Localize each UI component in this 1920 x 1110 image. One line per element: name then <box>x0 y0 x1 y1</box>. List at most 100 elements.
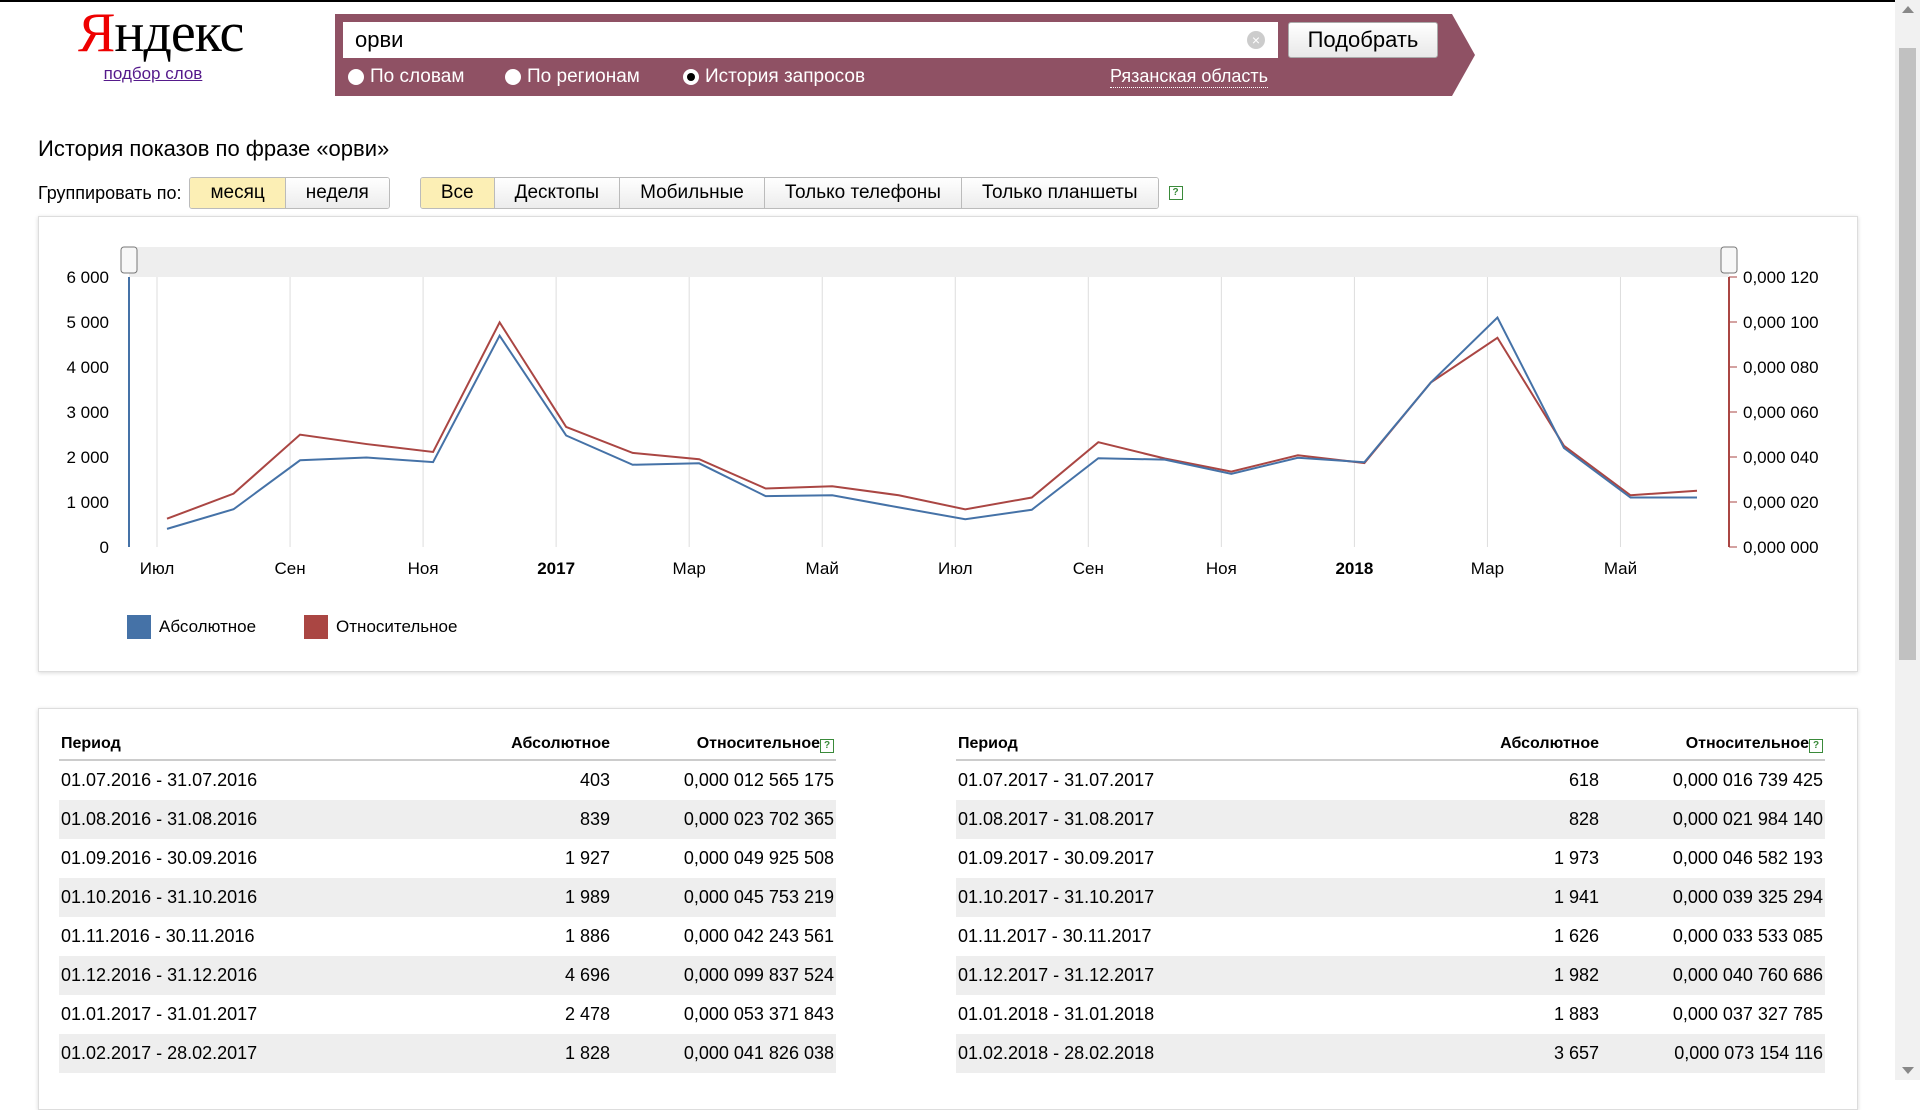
region-selector[interactable]: Рязанская область <box>1110 66 1269 88</box>
chart-panel: Июл Сен Ноя 2017 Мар Май Июл Сен Ноя 2018 Мар Май 0 0… <box>38 216 1858 672</box>
page-scrollbar[interactable] <box>1895 0 1920 1080</box>
table-row: 01.01.2017 - 31.01.2017 2 478 0,000 053 37… <box>59 995 836 1034</box>
x-tick-label: Июл <box>938 559 973 578</box>
absolute-cell: 839 <box>483 800 612 839</box>
x-tick-label: Ноя <box>1206 559 1237 578</box>
radio-by-words[interactable]: По словам <box>348 66 464 88</box>
history-table-right: Период Абсолютное Относительное? 01.07.2… <box>956 729 1825 1073</box>
y-left-tick-label: 6 000 <box>66 268 109 287</box>
relative-cell: 0,000 040 760 686 <box>1601 956 1825 995</box>
history-table-left: Период Абсолютное Относительное? 01.07.2… <box>59 729 836 1073</box>
radio-checked-icon[interactable] <box>683 69 699 85</box>
absolute-cell: 4 696 <box>483 956 612 995</box>
legend-label: Относительное <box>336 617 458 636</box>
absolute-cell: 1 973 <box>1553 848 1599 868</box>
y-right-tick-label: 0,000 040 <box>1743 448 1819 467</box>
y-left-tick-label: 0 <box>100 538 109 557</box>
period-cell: 01.10.2017 - 31.10.2017 <box>956 878 1480 917</box>
tab-phones[interactable]: Только телефоны <box>764 178 962 208</box>
relative-cell: 0,000 053 371 843 <box>683 1004 834 1024</box>
absolute-cell: 1 626 <box>1553 926 1599 946</box>
table-row: 01.08.2017 - 31.08.2017 828 0,000 021 984 … <box>956 800 1825 839</box>
relative-cell: 0,000 099 837 524 <box>612 956 836 995</box>
radio-label: История запросов <box>705 66 866 87</box>
period-cell: 01.07.2016 - 31.07.2016 <box>61 770 258 790</box>
period-cell: 01.01.2018 - 31.01.2018 <box>958 1004 1155 1024</box>
relative-cell: 0,000 042 243 561 <box>683 926 834 946</box>
radio-icon[interactable] <box>348 69 364 85</box>
x-tick-label: 2017 <box>537 559 575 578</box>
table-row: 01.12.2016 - 31.12.2016 4 696 0,000 099 83… <box>59 956 836 995</box>
relative-cell: 0,000 023 702 365 <box>612 800 836 839</box>
group-week-button[interactable]: неделя <box>285 178 389 208</box>
page-title: История показов по фразе «орви» <box>38 136 390 161</box>
y-right-tick-label: 0,000 060 <box>1743 403 1819 422</box>
y-right-tick-label: 0,000 080 <box>1743 358 1819 377</box>
table-row: 01.07.2016 - 31.07.2016 403 0,000 012 565 … <box>59 760 836 800</box>
tab-tablets[interactable]: Только планшеты <box>961 178 1158 208</box>
help-icon[interactable]: ? <box>1809 739 1823 753</box>
table-row: 01.08.2016 - 31.08.2016 839 0,000 023 702 … <box>59 800 836 839</box>
legend-swatch <box>304 615 329 639</box>
clear-icon[interactable]: × <box>1247 31 1265 49</box>
absolute-cell: 1 828 <box>483 1034 612 1073</box>
y-left-tick-label: 3 000 <box>66 403 109 422</box>
group-by-label: Группировать по: <box>38 182 182 203</box>
device-tabs: Все Десктопы Мобильные Только телефоны Т… <box>419 177 1159 209</box>
table-row: 01.09.2017 - 30.09.2017 1 973 0,000 046 58… <box>956 839 1825 878</box>
help-icon[interactable]: ? <box>1168 186 1183 200</box>
absolute-cell: 1 927 <box>564 848 610 868</box>
column-header-absolute: Абсолютное <box>483 729 612 761</box>
scroll-up-icon[interactable] <box>1902 6 1914 13</box>
y-left-tick-label: 5 000 <box>66 313 109 332</box>
period-cell: 01.11.2017 - 30.11.2017 <box>958 926 1152 946</box>
range-handle-left[interactable] <box>120 246 138 274</box>
top-border <box>0 0 1920 2</box>
scroll-down-icon[interactable] <box>1902 1067 1914 1074</box>
y-right-tick-label: 0,000 020 <box>1743 493 1819 512</box>
group-month-button[interactable]: месяц <box>190 178 286 208</box>
legend-label: Абсолютное <box>159 617 257 636</box>
table-row: 01.11.2017 - 30.11.2017 1 626 0,000 033 53… <box>956 917 1825 956</box>
relative-cell: 0,000 037 327 785 <box>1672 1004 1823 1024</box>
x-tick-label: Ноя <box>408 559 439 578</box>
x-tick-label: Сен <box>274 559 305 578</box>
period-cell: 01.02.2018 - 28.02.2018 <box>956 1034 1480 1073</box>
yandex-logo[interactable]: Яндекс подбор слов <box>78 4 244 84</box>
column-header-absolute: Абсолютное <box>1480 729 1601 761</box>
x-tick-label: Июл <box>140 559 175 578</box>
legend-absolute[interactable]: Абсолютное <box>127 615 256 639</box>
navigator-strip <box>129 247 1729 277</box>
tab-desktop[interactable]: Десктопы <box>494 178 621 208</box>
radio-label: По словам <box>370 66 465 87</box>
range-handle-right[interactable] <box>1720 246 1738 274</box>
column-header-relative: Относительное? <box>1601 729 1825 761</box>
y-right-tick-label: 0,000 120 <box>1743 268 1819 287</box>
radio-history[interactable]: История запросов <box>683 66 865 88</box>
y-left-tick-label: 4 000 <box>66 358 109 377</box>
scroll-thumb[interactable] <box>1899 48 1916 660</box>
y-right-tick-label: 0,000 000 <box>1743 538 1819 557</box>
x-tick-label: Мар <box>673 559 706 578</box>
period-cell: 01.12.2017 - 31.12.2017 <box>956 956 1480 995</box>
submit-button[interactable]: Подобрать <box>1288 22 1438 58</box>
relative-cell: 0,000 046 582 193 <box>1672 848 1823 868</box>
radio-icon[interactable] <box>505 69 521 85</box>
absolute-cell: 828 <box>1480 800 1601 839</box>
absolute-cell: 618 <box>1568 770 1599 790</box>
tab-mobile[interactable]: Мобильные <box>620 178 765 208</box>
logo-wordmark[interactable]: Яндекс <box>78 4 244 62</box>
help-icon[interactable]: ? <box>820 739 834 753</box>
legend-relative[interactable]: Относительное <box>304 615 457 639</box>
search-input[interactable] <box>343 22 1278 58</box>
period-cell: 01.07.2017 - 31.07.2017 <box>958 770 1155 790</box>
relative-cell: 0,000 012 565 175 <box>683 770 834 790</box>
search-bar: × Подобрать По словам По регионам Истори… <box>335 14 1475 96</box>
table-row: 01.10.2016 - 31.10.2016 1 989 0,000 045 75… <box>59 878 836 917</box>
x-tick-label: Сен <box>1073 559 1104 578</box>
wordstat-link[interactable]: подбор слов <box>78 64 228 84</box>
table-row: 01.11.2016 - 30.11.2016 1 886 0,000 042 24… <box>59 917 836 956</box>
radio-by-regions[interactable]: По регионам <box>505 66 640 88</box>
period-cell: 01.09.2017 - 30.09.2017 <box>958 848 1155 868</box>
tab-all[interactable]: Все <box>420 178 495 208</box>
